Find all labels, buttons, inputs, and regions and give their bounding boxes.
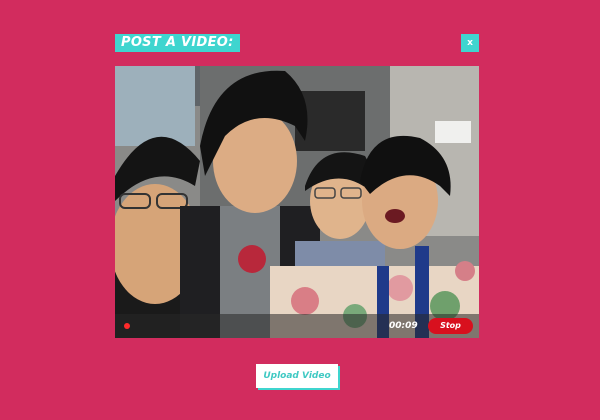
close-button[interactable]: x bbox=[461, 34, 479, 52]
camera-feed-image bbox=[115, 66, 479, 338]
recording-timer: 00:09 bbox=[389, 321, 418, 331]
video-control-bar: 00:09 Stop bbox=[115, 314, 479, 338]
upload-video-button[interactable]: Upload Video bbox=[256, 364, 338, 388]
stop-button[interactable]: Stop bbox=[428, 318, 473, 334]
post-video-modal: POST A VIDEO: x 00:09 Stop Upload Video bbox=[0, 0, 600, 420]
recording-dot-icon bbox=[124, 323, 130, 329]
modal-title: POST A VIDEO: bbox=[115, 34, 240, 52]
video-preview: 00:09 Stop bbox=[115, 66, 479, 338]
